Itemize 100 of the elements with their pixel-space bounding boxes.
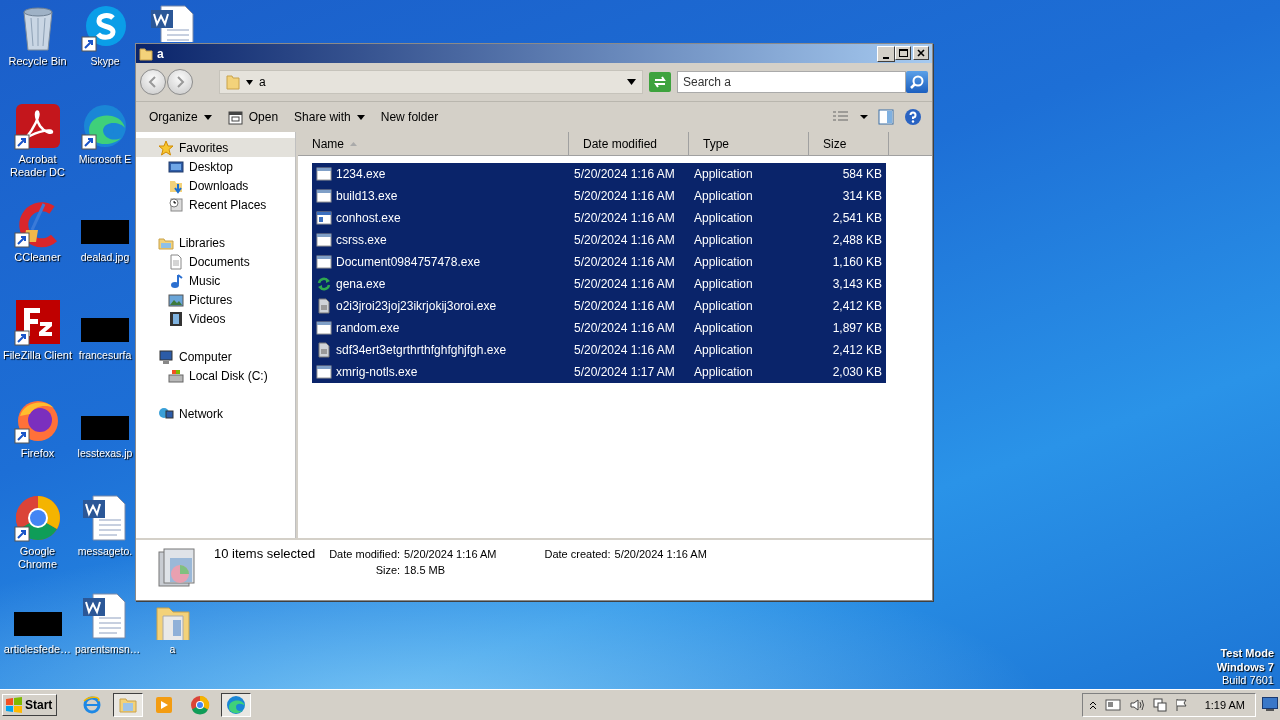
- table-cell-text: 2,412 KB: [831, 343, 883, 357]
- file-row[interactable]: random.exe 5/20/2024 1:16 AM Application 1,897 KB: [312, 317, 886, 339]
- nav-item[interactable]: Recent Places: [136, 195, 295, 214]
- detail-value: 18.5 MB: [404, 564, 447, 576]
- monitor-icon: [1262, 696, 1278, 711]
- file-row[interactable]: build13.exe 5/20/2024 1:16 AM Application 314 KB: [312, 185, 886, 207]
- table-cell-text: Application: [693, 277, 754, 291]
- preview-pane-button[interactable]: [876, 107, 896, 127]
- toolbar-button[interactable]: Share with: [289, 107, 370, 127]
- toolbar-button[interactable]: New folder: [375, 107, 444, 127]
- action-center-icon[interactable]: [1104, 699, 1121, 711]
- word-document-icon[interactable]: [81, 494, 129, 542]
- nav-item[interactable]: Pictures: [136, 290, 295, 309]
- desktop-icon-label[interactable]: Skype: [90, 55, 120, 68]
- maximize-button[interactable]: [895, 45, 911, 60]
- music-note-icon: [168, 272, 184, 289]
- close-icon: [916, 47, 926, 58]
- system-info-text: Windows 7: [1216, 660, 1274, 674]
- file-row[interactable]: csrss.exe 5/20/2024 1:16 AM Application 2,488 KB: [312, 229, 886, 251]
- desktop-icon-label[interactable]: Acrobat Reader DC: [1, 153, 74, 179]
- file-row[interactable]: sdf34ert3etgrthrthfghfghjfgh.exe 5/20/2024 1:16 AM Application 2,412 KB: [312, 339, 886, 361]
- nav-item[interactable]: Local Disk (C:): [136, 366, 295, 385]
- start-button[interactable]: Start: [2, 694, 58, 716]
- system-info-text: Test Mode: [1220, 647, 1274, 661]
- table-cell-text: 314 KB: [841, 189, 883, 203]
- folder-icon: [226, 74, 240, 90]
- close-button[interactable]: [913, 45, 929, 60]
- detail-label: Size:: [374, 564, 401, 576]
- nav-item[interactable]: Music: [136, 271, 295, 290]
- table-cell-text: 3,143 KB: [831, 277, 883, 291]
- flag-icon[interactable]: [1174, 698, 1189, 712]
- column-header[interactable]: Type: [689, 132, 809, 155]
- help-button[interactable]: [902, 106, 924, 128]
- back-button[interactable]: [140, 69, 166, 95]
- program-window-icon: [316, 364, 332, 380]
- minimize-icon: [883, 56, 889, 59]
- desktop-icon-label[interactable]: CCleaner: [1, 251, 74, 264]
- desktop-icon-label[interactable]: dealad.jpg: [80, 251, 130, 264]
- file-row[interactable]: Document0984757478.exe 5/20/2024 1:16 AM Application 1,160 KB: [312, 251, 886, 273]
- network-icon: [158, 405, 174, 422]
- column-header[interactable]: Name: [298, 132, 569, 155]
- file-row[interactable]: gena.exe 5/20/2024 1:16 AM Application 3,143 KB: [312, 273, 886, 295]
- column-header[interactable]: Size: [809, 132, 889, 155]
- taskbar-app-button[interactable]: [221, 693, 252, 717]
- desktop-icon: [168, 158, 184, 175]
- refresh-button[interactable]: [649, 72, 671, 92]
- table-cell-text: 5/20/2024 1:16 AM: [573, 255, 676, 269]
- search-button[interactable]: [906, 71, 928, 93]
- file-row[interactable]: conhost.exe 5/20/2024 1:16 AM Application 2,541 KB: [312, 207, 886, 229]
- table-cell-text: Application: [693, 365, 754, 379]
- address-bar[interactable]: a: [219, 70, 643, 94]
- preview-pane-icon: [878, 109, 894, 125]
- minimize-button[interactable]: [877, 45, 895, 62]
- nav-item[interactable]: Computer: [136, 347, 295, 366]
- skype-icon[interactable]: [81, 4, 129, 52]
- folder-icon: [118, 695, 139, 715]
- table-cell-text: 5/20/2024 1:16 AM: [573, 277, 676, 291]
- desktop-icon-label[interactable]: francesurfa: [78, 349, 132, 362]
- column-header[interactable]: Date modified: [569, 132, 689, 155]
- word-document-icon[interactable]: [81, 592, 129, 640]
- show-desktop-button[interactable]: [1262, 696, 1278, 714]
- nav-item[interactable]: Libraries: [136, 233, 295, 252]
- program-window-icon: [316, 166, 332, 182]
- detail-value: 5/20/2024 1:16 AM: [404, 548, 497, 560]
- desktop-icon-label[interactable]: Google Chrome: [1, 545, 74, 571]
- file-row[interactable]: xmrig-notls.exe 5/20/2024 1:17 AM Application 2,030 KB: [312, 361, 886, 383]
- toolbar-button[interactable]: Organize: [144, 107, 217, 127]
- desktop-icon-label[interactable]: Firefox: [1, 447, 74, 460]
- speaker-icon[interactable]: [1128, 698, 1145, 712]
- desktop-icon-label[interactable]: Recycle Bin: [1, 55, 74, 68]
- edge-icon[interactable]: [81, 102, 129, 150]
- file-name: build13.exe: [336, 189, 398, 203]
- desktop-icon-label[interactable]: FileZilla Client: [1, 349, 74, 362]
- search-field[interactable]: Search a: [677, 71, 906, 93]
- address-path[interactable]: a: [259, 75, 621, 89]
- nav-item[interactable]: Videos: [136, 309, 295, 328]
- desktop-icon-label[interactable]: lesstexas.jp: [77, 447, 133, 460]
- clock[interactable]: 1:19 AM: [1204, 699, 1245, 711]
- network-icon[interactable]: [1152, 698, 1167, 712]
- dropdown-caret-icon[interactable]: [627, 79, 636, 85]
- nav-item[interactable]: Network: [136, 404, 295, 423]
- nav-item[interactable]: Documents: [136, 252, 295, 271]
- forward-button[interactable]: [167, 69, 193, 95]
- file-row[interactable]: 1234.exe 5/20/2024 1:16 AM Application 584 KB: [312, 163, 886, 185]
- acrobat-icon[interactable]: [13, 102, 62, 150]
- toolbar-button[interactable]: Open: [222, 106, 284, 128]
- taskbar-app-button[interactable]: [113, 693, 144, 717]
- maximize-icon: [898, 47, 908, 58]
- nav-item[interactable]: Downloads: [136, 176, 295, 195]
- documents-icon: [168, 253, 184, 270]
- chrome-icon[interactable]: [13, 494, 62, 542]
- nav-item[interactable]: Desktop: [136, 157, 295, 176]
- chrome-icon: [190, 695, 211, 715]
- chevron-up-icon[interactable]: [1088, 700, 1097, 710]
- filezilla-icon[interactable]: [13, 298, 62, 346]
- desktop-icon-label[interactable]: Microsoft E: [78, 153, 132, 166]
- nav-item[interactable]: Favorites: [136, 138, 295, 157]
- desktop-icon-label[interactable]: messageto.: [77, 545, 133, 558]
- file-row[interactable]: o2i3jroi23joj23ikrjokij3oroi.exe 5/20/2024 1:16 AM Application 2,412 KB: [312, 295, 886, 317]
- star-icon: [158, 139, 174, 156]
